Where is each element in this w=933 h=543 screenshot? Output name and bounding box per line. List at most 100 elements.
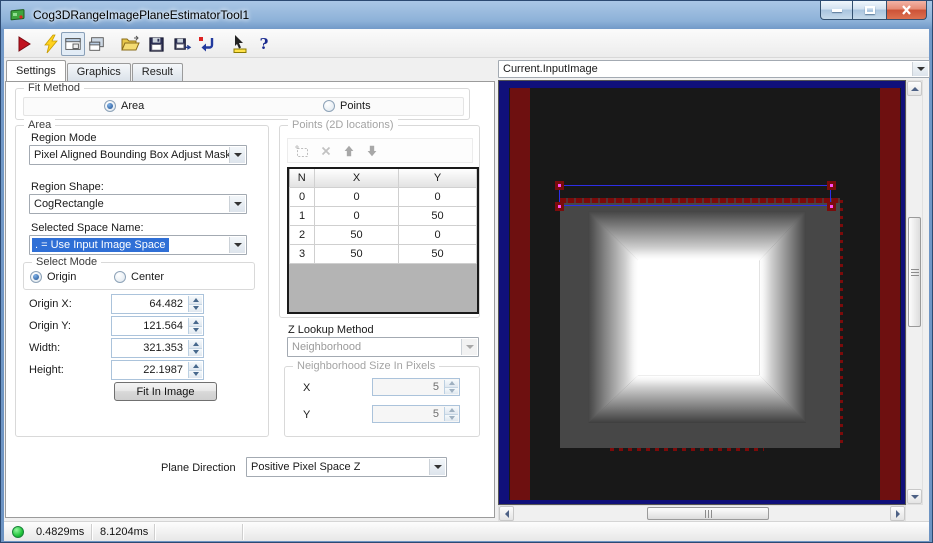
- height-field[interactable]: 22.1987: [111, 360, 204, 380]
- mask-red-bar-left: [510, 88, 530, 500]
- scroll-down-button[interactable]: [907, 489, 922, 504]
- spinner[interactable]: [188, 318, 202, 334]
- spinner[interactable]: [444, 380, 458, 394]
- title-bar[interactable]: Cog3DRangeImagePlaneEstimatorTool1: [1, 1, 932, 29]
- scroll-right-button[interactable]: [890, 506, 905, 521]
- width-field[interactable]: 321.353: [111, 338, 204, 358]
- origin-x-label: Origin X:: [29, 298, 72, 310]
- spinner[interactable]: [188, 296, 202, 312]
- cell[interactable]: 1: [289, 205, 315, 226]
- fit-in-image-button[interactable]: Fit In Image: [114, 382, 217, 401]
- pyramid-top-plateau: [638, 260, 760, 376]
- roi-handle-top-left[interactable]: [555, 181, 564, 190]
- roi-handle-top-right[interactable]: [827, 181, 836, 190]
- origin-y-field[interactable]: 121.564: [111, 316, 204, 336]
- col-header-y[interactable]: Y: [398, 169, 477, 188]
- neighborhood-x-field[interactable]: 5: [372, 378, 460, 396]
- delete-point-icon[interactable]: [319, 144, 333, 158]
- points-table[interactable]: N X Y 0 0 0 1 0 50 2 50 0 3 50 50: [287, 167, 479, 314]
- vertical-scrollbar[interactable]: [906, 80, 923, 505]
- dropdown-button[interactable]: [429, 459, 445, 475]
- minimize-button[interactable]: [820, 1, 853, 20]
- cell[interactable]: 50: [314, 224, 399, 245]
- table-row[interactable]: 0 0 0: [289, 186, 477, 207]
- cell[interactable]: 50: [398, 243, 477, 264]
- horizontal-scrollbar[interactable]: [498, 505, 906, 522]
- table-row[interactable]: 1 0 50: [289, 205, 477, 226]
- electric-run-button[interactable]: [39, 32, 63, 56]
- show-image-display-button[interactable]: [61, 32, 85, 56]
- scroll-left-button[interactable]: [499, 506, 514, 521]
- dropdown-button[interactable]: [912, 62, 928, 76]
- region-shape-combo[interactable]: CogRectangle: [29, 194, 247, 214]
- probe-tool-button[interactable]: [228, 32, 252, 56]
- grip-icon: [910, 268, 919, 276]
- spinner[interactable]: [188, 340, 202, 356]
- scroll-up-button[interactable]: [907, 81, 922, 96]
- plane-direction-combo[interactable]: Positive Pixel Space Z: [246, 457, 447, 477]
- image-display[interactable]: [498, 80, 906, 505]
- spinner[interactable]: [444, 407, 458, 421]
- add-point-icon[interactable]: [294, 143, 310, 159]
- spin-up-icon: [448, 408, 455, 413]
- cell[interactable]: 2: [289, 224, 315, 245]
- roi-handle-bottom-left[interactable]: [555, 202, 564, 211]
- dropdown-button[interactable]: [229, 196, 245, 212]
- radio-icon: [104, 100, 116, 112]
- float-window-icon: [89, 37, 104, 51]
- cell[interactable]: 0: [314, 205, 399, 226]
- spinner[interactable]: [188, 362, 202, 378]
- region-mode-combo[interactable]: Pixel Aligned Bounding Box Adjust Mask: [29, 145, 247, 165]
- minimize-icon: [831, 8, 842, 12]
- range-object: [560, 198, 843, 451]
- cell[interactable]: 0: [398, 186, 477, 207]
- display-source-value: Current.InputImage: [503, 63, 598, 75]
- tab-graphics[interactable]: Graphics: [66, 63, 131, 81]
- cell[interactable]: 0: [314, 186, 399, 207]
- col-header-x[interactable]: X: [314, 169, 399, 188]
- table-row[interactable]: 3 50 50: [289, 243, 477, 264]
- chevron-down-icon: [433, 465, 442, 469]
- z-lookup-combo[interactable]: Neighborhood: [287, 337, 479, 357]
- maximize-button[interactable]: [853, 1, 886, 20]
- neighborhood-y-field[interactable]: 5: [372, 405, 460, 423]
- display-source-combo[interactable]: Current.InputImage: [498, 60, 930, 78]
- float-display-button[interactable]: [85, 32, 109, 56]
- move-up-icon[interactable]: [342, 144, 356, 158]
- vertical-scroll-thumb[interactable]: [908, 217, 921, 327]
- select-mode-center-radio[interactable]: Center: [114, 271, 164, 283]
- cell[interactable]: 0: [398, 224, 477, 245]
- open-button[interactable]: [118, 32, 142, 56]
- move-down-icon[interactable]: [365, 144, 379, 158]
- cell[interactable]: 0: [289, 186, 315, 207]
- z-lookup-value: Neighborhood: [292, 341, 362, 353]
- fit-method-points-radio[interactable]: Points: [323, 100, 371, 112]
- save-as-button[interactable]: [170, 32, 194, 56]
- roi-rectangle[interactable]: [559, 185, 831, 206]
- width-label: Width:: [29, 342, 61, 354]
- roi-handle-bottom-right[interactable]: [827, 202, 836, 211]
- tab-result[interactable]: Result: [131, 63, 183, 81]
- fit-method-area-radio[interactable]: Area: [104, 100, 144, 112]
- close-button[interactable]: [886, 1, 927, 20]
- col-header-n[interactable]: N: [289, 169, 315, 188]
- cell[interactable]: 50: [398, 205, 477, 226]
- cell[interactable]: 3: [289, 243, 315, 264]
- height-value: 22.1987: [143, 364, 183, 376]
- origin-x-field[interactable]: 64.482: [111, 294, 204, 314]
- reset-button[interactable]: [194, 32, 218, 56]
- selected-space-combo[interactable]: . = Use Input Image Space: [29, 235, 247, 255]
- help-button[interactable]: ?: [252, 32, 276, 56]
- select-mode-origin-radio[interactable]: Origin: [30, 271, 76, 283]
- cell[interactable]: 50: [314, 243, 399, 264]
- run-button[interactable]: [12, 32, 36, 56]
- horizontal-scroll-thumb[interactable]: [647, 507, 769, 520]
- dropdown-button[interactable]: [229, 147, 245, 163]
- save-button[interactable]: [144, 32, 168, 56]
- dropdown-button[interactable]: [229, 237, 245, 253]
- dropdown-button[interactable]: [461, 339, 477, 355]
- range-image[interactable]: [509, 88, 901, 500]
- window-title: Cog3DRangeImagePlaneEstimatorTool1: [33, 8, 250, 22]
- table-row[interactable]: 2 50 0: [289, 224, 477, 245]
- tab-settings[interactable]: Settings: [6, 60, 66, 81]
